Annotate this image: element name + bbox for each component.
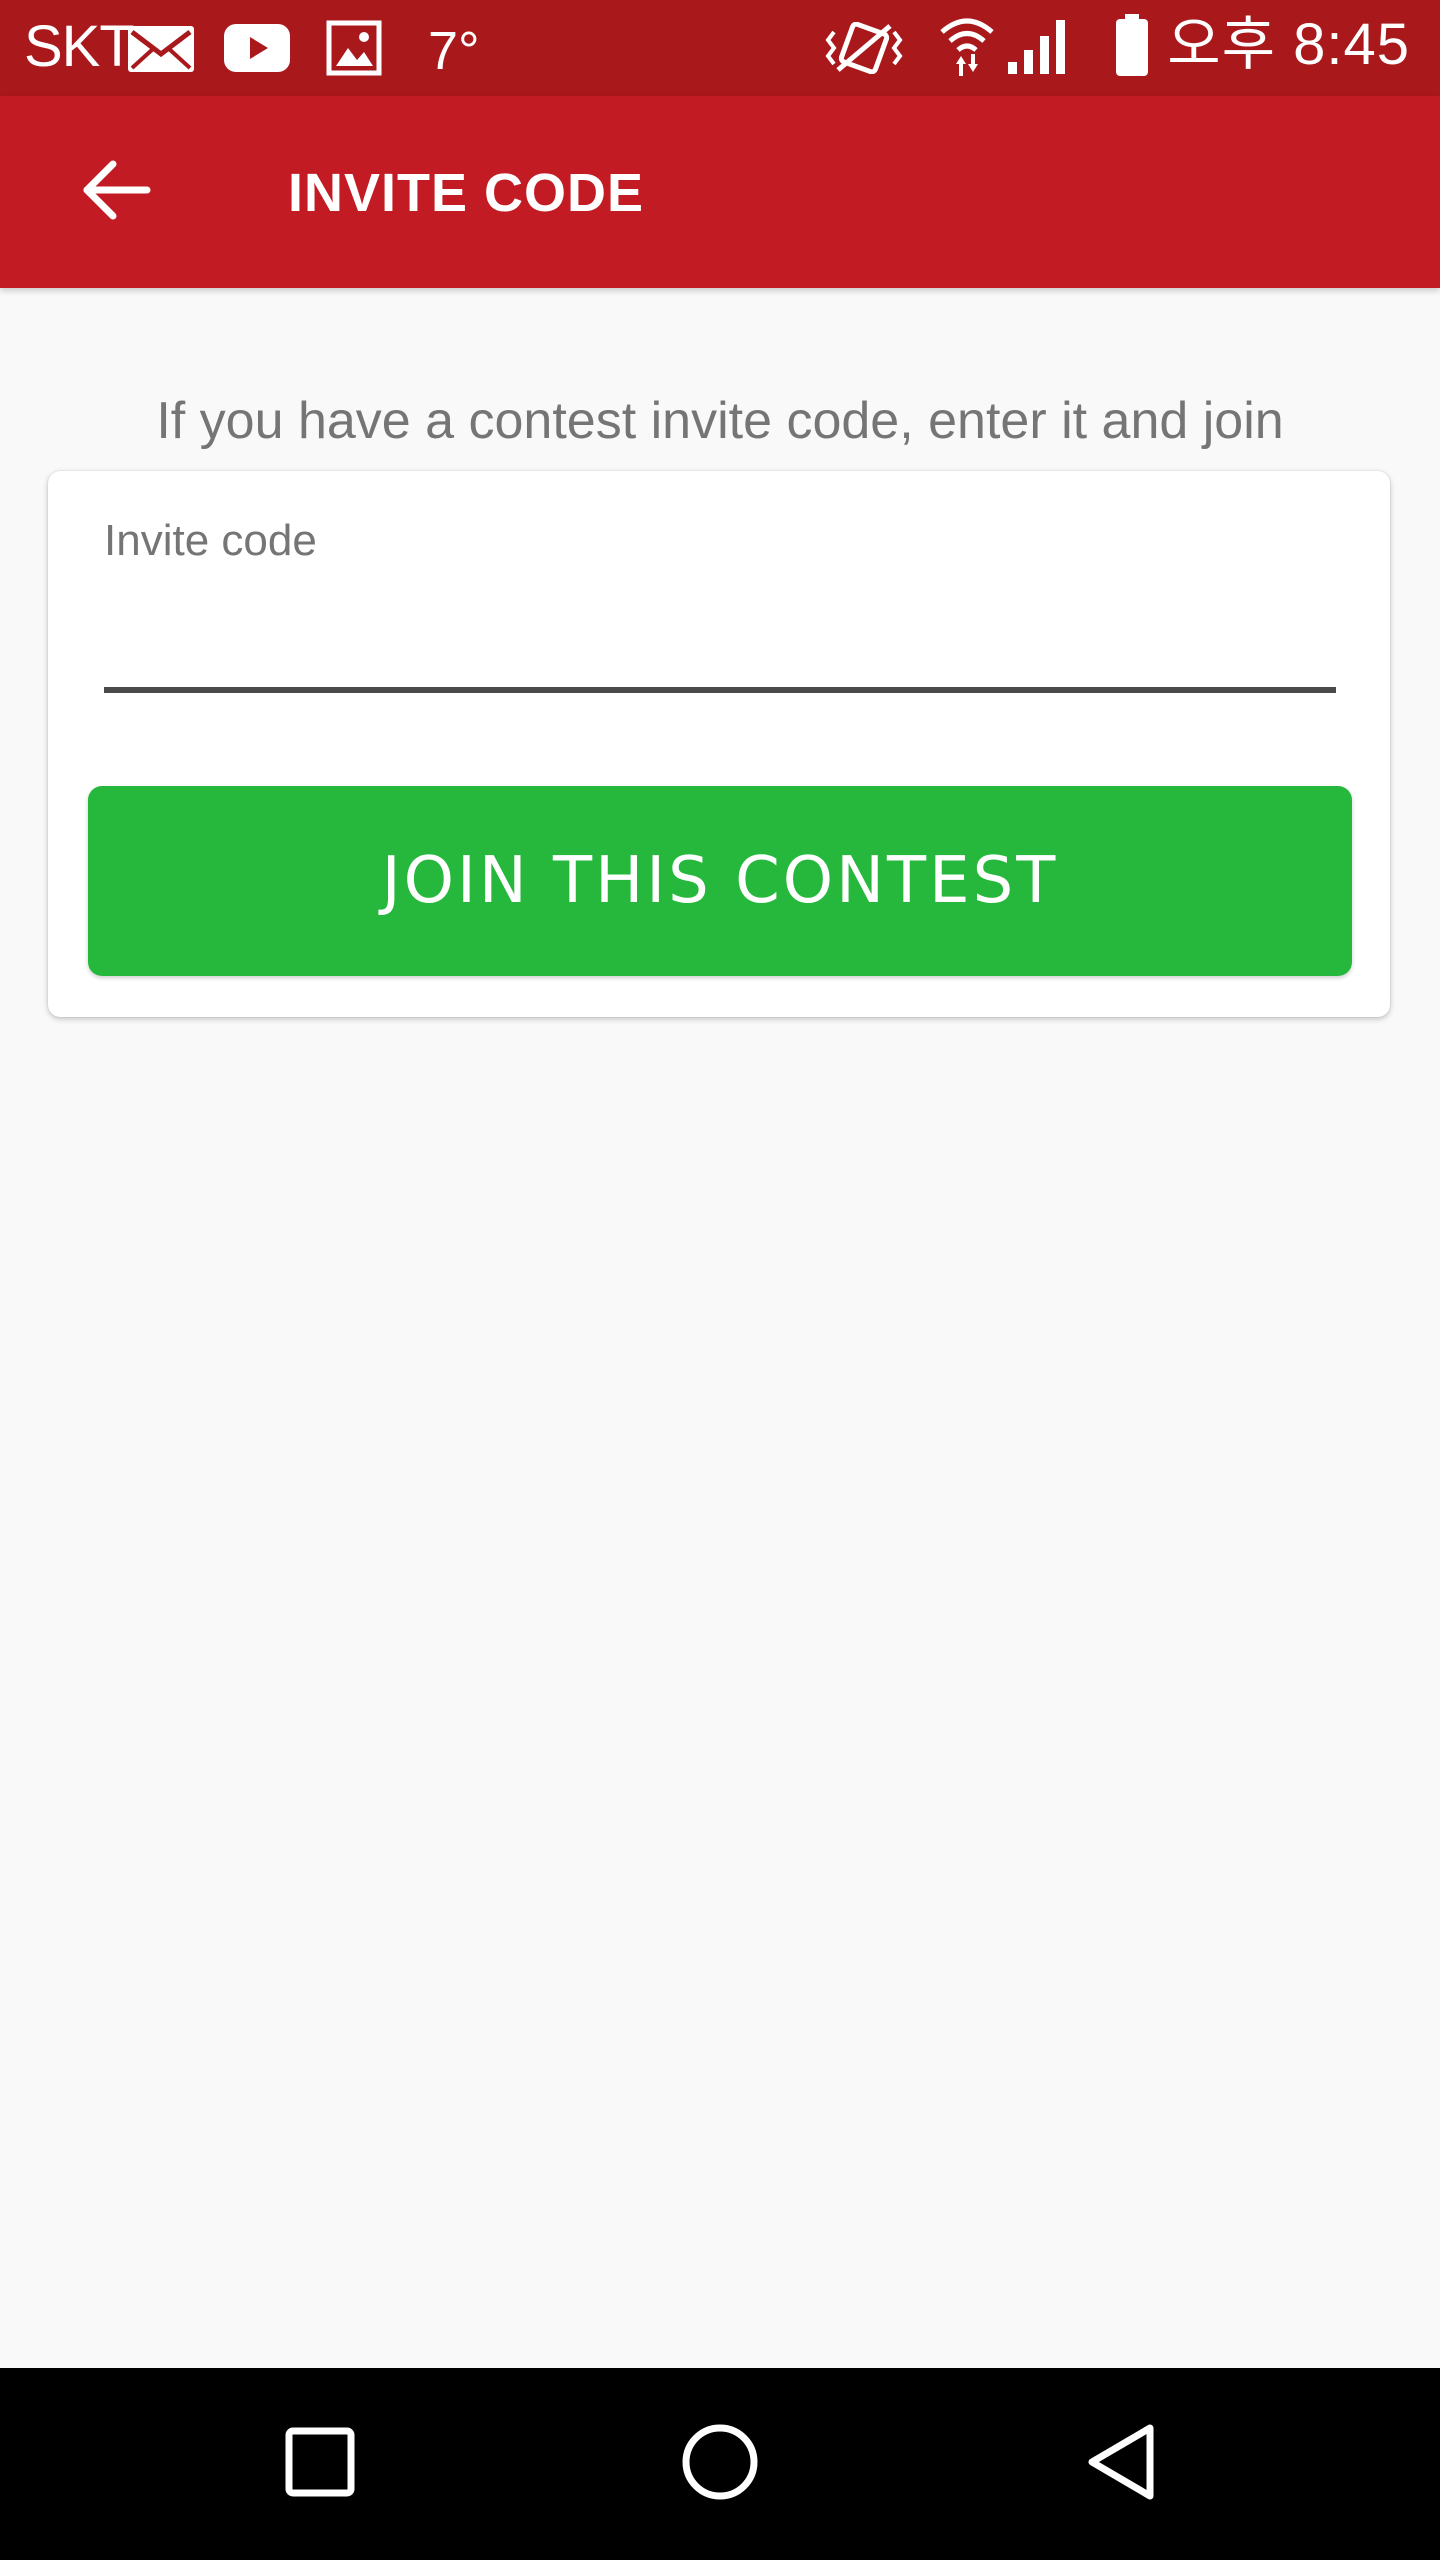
invite-code-input[interactable]	[104, 583, 1336, 693]
status-bar: SKT 7° 오후 8:45	[0, 0, 1440, 96]
clock: 오후 8:45	[1167, 12, 1410, 77]
back-icon	[1084, 2422, 1160, 2507]
page-title: INVITE CODE	[288, 163, 645, 223]
gallery-icon	[326, 20, 382, 81]
recent-apps-icon	[285, 2427, 355, 2502]
home-icon	[680, 2422, 760, 2507]
app-bar: INVITE CODE	[0, 96, 1440, 288]
invite-card: Invite code JOIN THIS CONTEST	[48, 471, 1390, 1017]
youtube-icon	[224, 24, 290, 77]
nav-back-button[interactable]	[1062, 2404, 1182, 2524]
invite-code-label: Invite code	[104, 516, 317, 565]
arrow-back-icon	[81, 158, 151, 227]
vibrate-icon	[824, 21, 904, 79]
temperature: 7°	[428, 21, 480, 81]
recent-apps-button[interactable]	[260, 2404, 380, 2524]
invite-hint-text: If you have a contest invite code, enter…	[156, 392, 1284, 450]
navigation-bar	[0, 2368, 1440, 2560]
join-contest-button[interactable]: JOIN THIS CONTEST	[88, 786, 1352, 976]
battery-icon	[1114, 14, 1150, 83]
home-button[interactable]	[660, 2404, 780, 2524]
mail-icon	[128, 26, 194, 77]
signal-icon	[1006, 16, 1070, 81]
wifi-icon	[938, 14, 996, 83]
back-button[interactable]	[56, 132, 176, 252]
carrier-name: SKT	[24, 14, 135, 79]
